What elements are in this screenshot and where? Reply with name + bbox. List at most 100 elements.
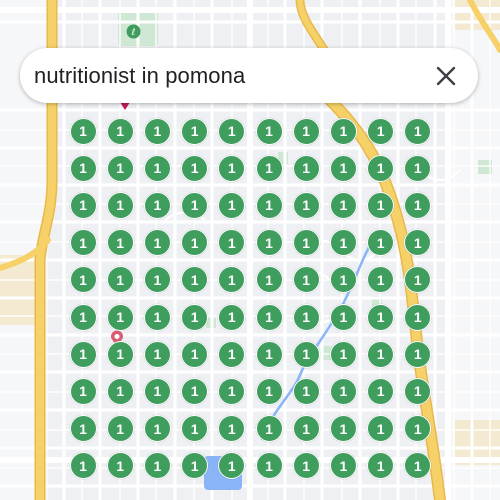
result-marker[interactable]: 1 xyxy=(292,117,320,145)
result-marker[interactable]: 1 xyxy=(367,340,395,368)
result-marker[interactable]: 1 xyxy=(404,452,432,480)
result-marker[interactable]: 1 xyxy=(106,377,134,405)
result-marker[interactable]: 1 xyxy=(69,117,97,145)
result-marker[interactable]: 1 xyxy=(292,229,320,257)
result-marker[interactable]: 1 xyxy=(404,303,432,331)
result-marker[interactable]: 1 xyxy=(329,377,357,405)
result-marker[interactable]: 1 xyxy=(106,303,134,331)
result-marker[interactable]: 1 xyxy=(292,303,320,331)
result-marker[interactable]: 1 xyxy=(143,117,171,145)
result-marker[interactable]: 1 xyxy=(106,117,134,145)
result-marker[interactable]: 1 xyxy=(292,154,320,182)
result-marker[interactable]: 1 xyxy=(367,415,395,443)
result-marker[interactable]: 1 xyxy=(329,415,357,443)
result-marker[interactable]: 1 xyxy=(143,377,171,405)
result-marker[interactable]: 1 xyxy=(367,229,395,257)
result-marker[interactable]: 1 xyxy=(255,452,283,480)
result-marker[interactable]: 1 xyxy=(106,154,134,182)
result-marker[interactable]: 1 xyxy=(255,377,283,405)
result-marker[interactable]: 1 xyxy=(329,229,357,257)
result-marker[interactable]: 1 xyxy=(292,452,320,480)
result-marker[interactable]: 1 xyxy=(218,377,246,405)
result-marker[interactable]: 1 xyxy=(404,154,432,182)
result-marker[interactable]: 1 xyxy=(367,117,395,145)
result-marker[interactable]: 1 xyxy=(69,266,97,294)
result-marker[interactable]: 1 xyxy=(367,452,395,480)
result-marker[interactable]: 1 xyxy=(218,266,246,294)
close-button[interactable] xyxy=(428,58,464,94)
result-marker[interactable]: 1 xyxy=(106,340,134,368)
result-marker[interactable]: 1 xyxy=(106,415,134,443)
result-marker[interactable]: 1 xyxy=(106,266,134,294)
result-marker[interactable]: 1 xyxy=(143,452,171,480)
result-marker[interactable]: 1 xyxy=(218,415,246,443)
result-marker[interactable]: 1 xyxy=(181,117,209,145)
result-marker[interactable]: 1 xyxy=(69,191,97,219)
result-marker[interactable]: 1 xyxy=(404,229,432,257)
result-marker[interactable]: 1 xyxy=(292,377,320,405)
result-marker[interactable]: 1 xyxy=(69,154,97,182)
result-marker[interactable]: 1 xyxy=(106,452,134,480)
result-marker[interactable]: 1 xyxy=(218,340,246,368)
result-marker[interactable]: 1 xyxy=(181,340,209,368)
result-marker[interactable]: 1 xyxy=(69,377,97,405)
result-marker[interactable]: 1 xyxy=(292,415,320,443)
result-marker[interactable]: 1 xyxy=(143,266,171,294)
result-marker[interactable]: 1 xyxy=(69,303,97,331)
map-view[interactable]: ℓ 11111111111111111111111111111111111111… xyxy=(0,0,500,500)
result-marker[interactable]: 1 xyxy=(218,117,246,145)
result-marker[interactable]: 1 xyxy=(367,377,395,405)
result-marker[interactable]: 1 xyxy=(255,229,283,257)
result-marker[interactable]: 1 xyxy=(292,340,320,368)
result-marker[interactable]: 1 xyxy=(329,452,357,480)
result-marker[interactable]: 1 xyxy=(181,229,209,257)
result-marker[interactable]: 1 xyxy=(367,303,395,331)
result-marker[interactable]: 1 xyxy=(181,266,209,294)
result-marker[interactable]: 1 xyxy=(181,191,209,219)
result-marker[interactable]: 1 xyxy=(255,154,283,182)
result-marker[interactable]: 1 xyxy=(218,229,246,257)
result-marker[interactable]: 1 xyxy=(69,229,97,257)
result-marker[interactable]: 1 xyxy=(292,191,320,219)
result-marker[interactable]: 1 xyxy=(367,154,395,182)
result-marker[interactable]: 1 xyxy=(143,303,171,331)
result-marker[interactable]: 1 xyxy=(143,154,171,182)
result-marker[interactable]: 1 xyxy=(218,191,246,219)
result-marker[interactable]: 1 xyxy=(218,452,246,480)
result-marker[interactable]: 1 xyxy=(329,191,357,219)
result-marker[interactable]: 1 xyxy=(255,340,283,368)
result-marker[interactable]: 1 xyxy=(218,303,246,331)
result-marker[interactable]: 1 xyxy=(181,415,209,443)
search-bar[interactable]: nutritionist in pomona xyxy=(20,48,478,103)
result-marker[interactable]: 1 xyxy=(367,191,395,219)
result-marker[interactable]: 1 xyxy=(143,415,171,443)
result-marker[interactable]: 1 xyxy=(218,154,246,182)
result-marker[interactable]: 1 xyxy=(404,191,432,219)
result-marker[interactable]: 1 xyxy=(181,303,209,331)
result-marker[interactable]: 1 xyxy=(143,229,171,257)
result-marker[interactable]: 1 xyxy=(181,154,209,182)
result-marker[interactable]: 1 xyxy=(404,377,432,405)
result-marker[interactable]: 1 xyxy=(329,266,357,294)
result-marker[interactable]: 1 xyxy=(404,117,432,145)
result-marker[interactable]: 1 xyxy=(329,303,357,331)
result-marker[interactable]: 1 xyxy=(404,415,432,443)
search-query[interactable]: nutritionist in pomona xyxy=(34,63,428,89)
result-marker[interactable]: 1 xyxy=(181,377,209,405)
result-marker[interactable]: 1 xyxy=(255,191,283,219)
result-marker[interactable]: 1 xyxy=(106,191,134,219)
result-marker[interactable]: 1 xyxy=(255,415,283,443)
result-marker[interactable]: 1 xyxy=(367,266,395,294)
result-marker[interactable]: 1 xyxy=(69,452,97,480)
result-marker[interactable]: 1 xyxy=(404,340,432,368)
result-marker[interactable]: 1 xyxy=(329,154,357,182)
result-marker[interactable]: 1 xyxy=(292,266,320,294)
result-marker[interactable]: 1 xyxy=(329,340,357,368)
result-marker[interactable]: 1 xyxy=(181,452,209,480)
result-marker[interactable]: 1 xyxy=(329,117,357,145)
result-marker[interactable]: 1 xyxy=(255,266,283,294)
result-marker[interactable]: 1 xyxy=(69,415,97,443)
result-marker[interactable]: 1 xyxy=(106,229,134,257)
result-marker[interactable]: 1 xyxy=(404,266,432,294)
result-marker[interactable]: 1 xyxy=(143,191,171,219)
